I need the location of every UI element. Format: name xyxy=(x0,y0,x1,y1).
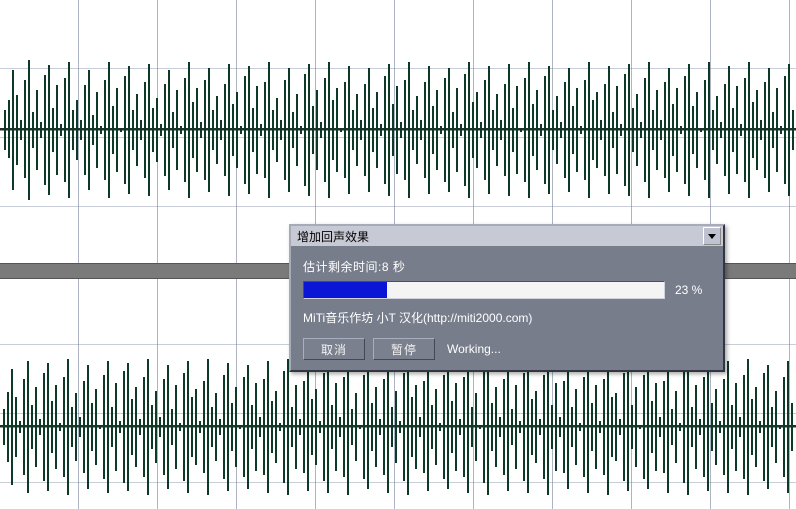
dialog-dropdown-button[interactable] xyxy=(703,227,721,245)
progress-percent: 23 % xyxy=(675,283,711,297)
dialog-titlebar[interactable]: 增加回声效果 xyxy=(291,226,723,246)
progress-bar xyxy=(303,281,665,299)
dialog-title: 增加回声效果 xyxy=(297,228,369,245)
audio-editor-canvas: 增加回声效果 估计剩余时间:8 秒 23 % MiTi音乐作坊 小T 汉化(ht… xyxy=(0,0,796,509)
credit-text: MiTi音乐作坊 小T 汉化(http://miti2000.com) xyxy=(303,309,711,326)
status-text: Working... xyxy=(447,342,501,356)
chevron-down-icon xyxy=(708,232,716,240)
waveform-midline xyxy=(0,425,796,427)
eta-label: 估计剩余时间:8 秒 xyxy=(303,258,711,275)
pause-button[interactable]: 暂停 xyxy=(373,338,435,360)
eta-value: 8 秒 xyxy=(382,260,406,274)
waveform-1 xyxy=(0,40,796,220)
cancel-button[interactable]: 取消 xyxy=(303,338,365,360)
waveform-midline xyxy=(0,128,796,130)
progress-fill xyxy=(304,282,387,298)
eta-prefix: 估计剩余时间: xyxy=(303,260,382,274)
progress-dialog: 增加回声效果 估计剩余时间:8 秒 23 % MiTi音乐作坊 小T 汉化(ht… xyxy=(289,224,725,372)
